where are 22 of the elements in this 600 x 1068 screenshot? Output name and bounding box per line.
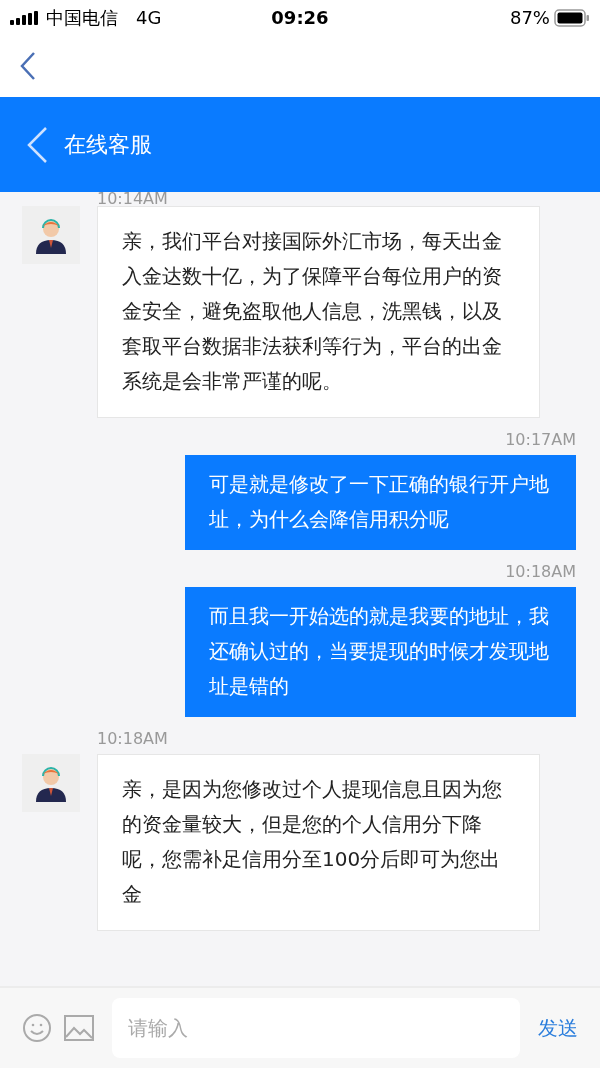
message-bubble: 亲，我们平台对接国际外汇市场，每天出金入金达数十亿，为了保障平台每位用户的资金安全，避免盗取他人信息，洗黑钱，以及套取平台数据非法获利等行为，平台的出金系统是会非常严谨的呢。 — [97, 206, 540, 418]
timestamp: 10:14AM — [97, 192, 168, 206]
signal-icon — [10, 10, 40, 25]
image-icon[interactable] — [64, 1015, 94, 1041]
clock-time: 09:26 — [271, 7, 329, 28]
page-title: 在线客服 — [64, 130, 152, 159]
emoji-icon[interactable] — [22, 1013, 52, 1043]
avatar-icon — [22, 754, 80, 812]
send-button[interactable]: 发送 — [532, 1014, 578, 1042]
battery-percent: 87% — [509, 7, 550, 28]
battery-icon — [554, 8, 590, 27]
carrier-name: 中国电信 — [46, 5, 118, 30]
network-type: 4G — [136, 7, 162, 28]
avatar-icon — [22, 206, 80, 264]
message-bubble: 而且我一开始选的就是我要的地址，我还确认过的，当要提现的时候才发现地址是错的 — [185, 587, 576, 717]
message-input[interactable]: 请输入 — [112, 998, 520, 1058]
message-bubble: 亲，是因为您修改过个人提现信息且因为您的资金量较大，但是您的个人信用分下降呢，您需补足信用分至100分后即可为您出金 — [97, 754, 540, 931]
timestamp: 10:17AM — [505, 430, 576, 449]
back-icon[interactable] — [20, 51, 36, 81]
timestamp: 10:18AM — [505, 562, 576, 581]
message-bubble: 可是就是修改了一下正确的银行开户地址，为什么会降信用积分呢 — [185, 455, 576, 550]
timestamp: 10:18AM — [97, 729, 168, 748]
